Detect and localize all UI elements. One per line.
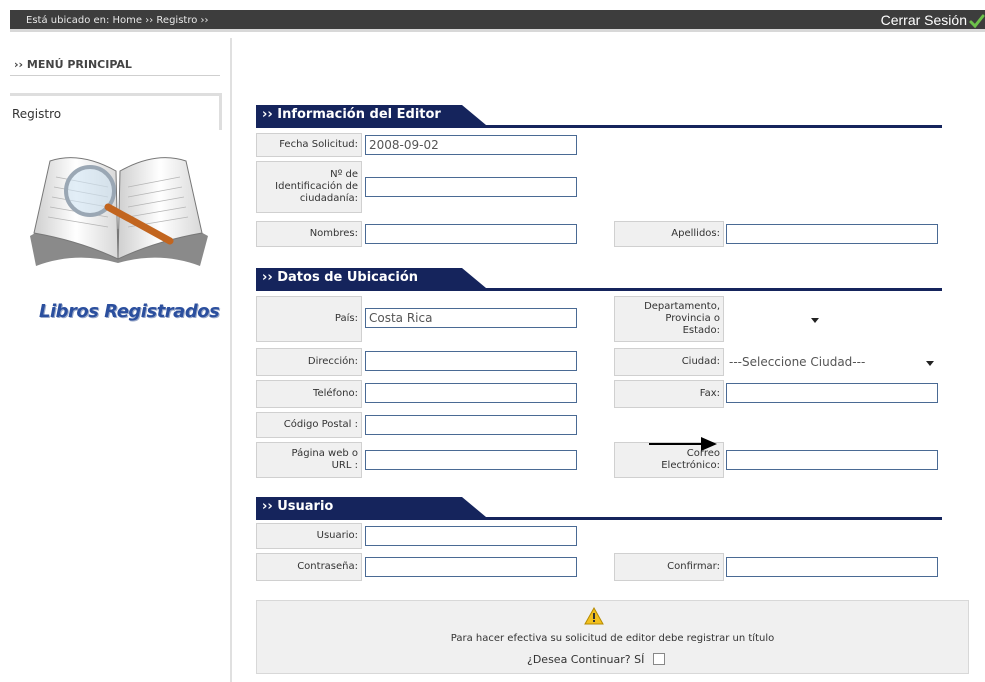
section-title-ubicacion: ›› Datos de Ubicación: [256, 268, 486, 288]
usuario-label: Usuario:: [256, 523, 362, 549]
section-rule: [256, 125, 942, 128]
telefono-field[interactable]: [365, 383, 577, 403]
telefono-label: Teléfono:: [256, 380, 362, 408]
chevron-down-icon: [811, 318, 819, 323]
chevron-down-icon: [926, 361, 934, 366]
fax-field[interactable]: [726, 383, 938, 403]
fecha-solicitud-field[interactable]: [365, 135, 577, 155]
telefono-label-text: Teléfono:: [313, 388, 358, 399]
nombres-label-text: Nombres:: [309, 228, 358, 239]
section-title-usuario: ›› Usuario: [256, 497, 486, 517]
pais-label-text: País:: [334, 313, 358, 324]
warning-icon: [584, 607, 604, 625]
contrasena-label: Contraseña:: [256, 553, 362, 581]
fecha-label: Fecha Solicitud:: [256, 133, 362, 157]
identificacion-field[interactable]: [365, 177, 577, 197]
departamento-label-line3: Estado:: [682, 325, 720, 336]
pagina-web-label-line2: URL :: [331, 460, 358, 471]
apellidos-label: Apellidos:: [614, 221, 724, 247]
usuario-field[interactable]: [365, 526, 577, 546]
confirmar-field[interactable]: [726, 557, 938, 577]
notice-panel: Para hacer efectiva su solicitud de edit…: [256, 600, 969, 674]
contrasena-field[interactable]: [365, 557, 577, 577]
pagina-web-label: Página web o URL :: [256, 442, 362, 478]
logout-link[interactable]: Cerrar Sesión: [881, 12, 967, 28]
direccion-field[interactable]: [365, 351, 577, 371]
section-title-editor: ›› Información del Editor: [256, 105, 486, 125]
codigo-postal-field[interactable]: [365, 415, 577, 435]
nombres-field[interactable]: [365, 224, 577, 244]
ciudad-label-text: Ciudad:: [681, 356, 720, 367]
identificacion-label-line1: Nº de: [330, 169, 358, 180]
notice-message: Para hacer efectiva su solicitud de edit…: [450, 633, 775, 644]
top-bar: Está ubicado en: Home ›› Registro ›› Cer…: [10, 10, 985, 32]
fax-label: Fax:: [614, 380, 724, 408]
direccion-label: Dirección:: [256, 348, 362, 376]
apellidos-field[interactable]: [726, 224, 938, 244]
section-header-ubicacion: ›› Datos de Ubicación: [256, 268, 942, 291]
contrasena-label-text: Contraseña:: [297, 561, 358, 572]
pagina-web-label-line1: Página web o: [291, 448, 358, 459]
sidebar-item-registro[interactable]: Registro: [10, 93, 222, 130]
usuario-label-text: Usuario:: [316, 530, 358, 541]
pais-field[interactable]: [365, 308, 577, 328]
nombres-label: Nombres:: [256, 221, 362, 247]
continue-question: ¿Desea Continuar? SÍ: [527, 653, 645, 666]
fecha-label-text: Fecha Solicitud:: [279, 139, 358, 150]
menu-divider: [10, 75, 220, 76]
book-magnifier-illustration: [30, 157, 208, 266]
section-header-usuario: ›› Usuario: [256, 497, 942, 520]
codigo-postal-label: Código Postal :: [256, 412, 362, 438]
sidebar: ›› MENÚ PRINCIPAL Registro Libros Regist…: [10, 38, 232, 682]
direccion-label-text: Dirección:: [307, 356, 358, 367]
departamento-label-line2: Provincia o: [665, 313, 720, 324]
section-rule: [256, 288, 942, 291]
fax-label-text: Fax:: [699, 388, 720, 399]
section-rule: [256, 517, 942, 520]
continue-checkbox[interactable]: [653, 653, 665, 665]
identificacion-label-line2: Identificación de: [275, 181, 358, 192]
codigo-postal-label-text: Código Postal :: [283, 419, 358, 430]
check-icon: [969, 14, 985, 29]
pais-label: País:: [256, 296, 362, 342]
correo-label-line2: Electrónico:: [661, 460, 720, 471]
identificacion-label-line3: ciudadanía:: [299, 193, 358, 204]
menu-title: ›› MENÚ PRINCIPAL: [14, 58, 132, 71]
arrow-annotation-icon: [649, 437, 717, 451]
apellidos-label-text: Apellidos:: [671, 228, 720, 239]
confirmar-label-text: Confirmar:: [667, 561, 720, 572]
pagina-web-field[interactable]: [365, 450, 577, 470]
departamento-select[interactable]: [726, 309, 822, 329]
departamento-label: Departamento, Provincia o Estado:: [614, 296, 724, 342]
identificacion-label: Nº de Identificación de ciudadanía:: [256, 161, 362, 213]
departamento-label-line1: Departamento,: [644, 301, 720, 312]
breadcrumb: Está ubicado en: Home ›› Registro ››: [26, 15, 209, 26]
brand-logo-text: Libros Registrados: [39, 301, 220, 322]
ciudad-select[interactable]: ---Seleccione Ciudad---: [726, 352, 940, 372]
correo-field[interactable]: [726, 450, 938, 470]
confirmar-label: Confirmar:: [614, 553, 724, 581]
ciudad-label: Ciudad:: [614, 348, 724, 376]
section-header-editor: ›› Información del Editor: [256, 105, 942, 128]
